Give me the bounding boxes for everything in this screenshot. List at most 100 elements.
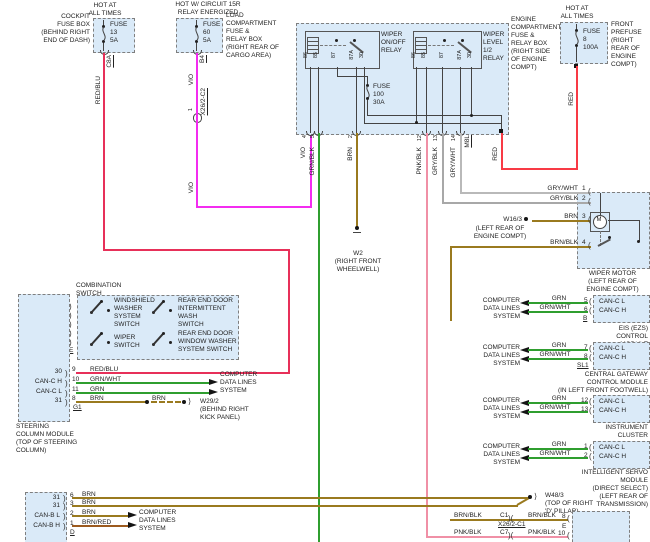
internal-bus xyxy=(364,123,502,124)
wire-brn xyxy=(72,497,528,499)
exit-pin-5: 5 xyxy=(310,135,316,139)
fuse-lead xyxy=(576,47,577,62)
bm-can-b-h: CAN-B H xyxy=(33,522,60,529)
junction-dot xyxy=(608,236,611,239)
prefuse-box-label: FRONT PREFUSE (RIGHT REAR OF ENGINE COMP… xyxy=(611,21,642,68)
br-pin-10: 10 xyxy=(558,530,566,537)
connector-pin: ) xyxy=(63,522,66,531)
connector-tag-c8a: C8A xyxy=(106,55,113,68)
exit-wire-gry-blk: GRY/BLK xyxy=(432,147,439,176)
internal-wire xyxy=(318,67,319,133)
servo-module-label: INTELLIGENT SERVO MODULE (DIRECT SELECT)… xyxy=(581,469,648,508)
cgw-can-c-l: CAN-C L xyxy=(599,345,626,352)
rear-door-wash-switch-label: REAR END DOOR INTERMITTENT WASH SWITCH xyxy=(178,297,233,328)
rear-door-window-washer-switch-label: REAR END DOOR WINDOW WASHER SYSTEM SWITC… xyxy=(178,330,237,353)
relay-pin-87: 87 xyxy=(331,52,337,59)
cgw-pin: 8 xyxy=(584,353,588,360)
internal-bus xyxy=(367,115,502,116)
wiper-level-relay-label: WIPER LEVEL 1/2 RELAY xyxy=(483,31,505,62)
wire-label-vio: VIO xyxy=(188,74,195,86)
exit-pin-14: 14 xyxy=(451,135,457,142)
exit-wire-gry-wht: GRY/WHT xyxy=(450,147,457,178)
eis-pin: 5 xyxy=(584,297,588,304)
connector-pin: ( xyxy=(589,443,592,452)
wire-label-red: RED xyxy=(568,92,575,106)
relay-pin-87a: 87A xyxy=(457,50,463,60)
wire-label-red-blu: RED/BLU xyxy=(95,76,102,105)
motor-wire-gry-blk: GRY/BLK xyxy=(549,195,578,202)
wire-gry-wht xyxy=(460,133,462,194)
wire-red-blu xyxy=(76,372,290,374)
wire-brn xyxy=(76,401,148,403)
switch-contact xyxy=(100,332,103,335)
wire-label-grn-wht: GRN/WHT xyxy=(539,351,571,358)
computer-data-lines-label: COMPUTER DATA LINES SYSTEM xyxy=(482,297,520,320)
relay-pin-87a: 87A xyxy=(349,50,355,60)
ground-w16-3-location: (LEFT REAR OF ENGINE COMPT) xyxy=(473,225,527,240)
splice-dot xyxy=(145,400,149,404)
switch-contact xyxy=(169,341,172,344)
switch-contact xyxy=(162,332,165,335)
motor-pin-2: 2 xyxy=(582,195,586,202)
servo-pin: 2 xyxy=(584,452,588,459)
connector-pin-1: 1 xyxy=(188,108,194,112)
servo-can-c-h: CAN-C H xyxy=(599,453,627,460)
fuse-8-symbol xyxy=(575,31,579,44)
data-line-arrow xyxy=(128,512,137,518)
scm-pin-31: 31 xyxy=(54,397,62,404)
servo-can-c-l: CAN-C L xyxy=(599,444,626,451)
wire-red-blu xyxy=(103,53,105,250)
connector-pin: ( xyxy=(589,452,592,461)
switch-contact xyxy=(100,300,103,303)
connector-pin: ( xyxy=(589,397,592,406)
wire-grn-blk xyxy=(318,133,320,542)
wire-brn-blk xyxy=(450,246,452,321)
bm-can-b-l: CAN-B L xyxy=(34,512,60,519)
fuse-60-label: FUSE 60 5A xyxy=(203,21,221,44)
wire-red xyxy=(501,168,578,170)
ic-can-c-l: CAN-C L xyxy=(599,398,626,405)
internal-wire xyxy=(608,220,640,221)
switch-contact xyxy=(169,309,172,312)
wire-grn xyxy=(76,392,209,394)
ic-pin: 12 xyxy=(581,397,589,404)
connector-tag-d: D xyxy=(70,529,75,536)
wire-brn-red xyxy=(72,525,128,527)
connector-pin: ( xyxy=(588,197,591,206)
fuse-13-label: FUSE 13 5A xyxy=(110,21,128,44)
connector-tag-b: B xyxy=(583,315,588,322)
central-gateway-label: CENTRAL GATEWAY CONTROL MODULE (IN LEFT … xyxy=(557,371,648,394)
exit-pin-2: 2 xyxy=(348,135,354,139)
wire-brn xyxy=(72,505,518,507)
wire-label-grn: GRN xyxy=(551,441,567,448)
wire-red xyxy=(576,66,578,170)
relay-pin-86: 86 xyxy=(411,52,417,59)
computer-data-lines-label: COMPUTER DATA LINES SYSTEM xyxy=(482,344,520,367)
internal-wire xyxy=(639,220,640,242)
scm-can-c-h: CAN-C H xyxy=(34,378,62,385)
connector-pin: ( xyxy=(589,353,592,362)
connector-tag-b4: B4 xyxy=(199,55,206,63)
wire-label-grn: GRN xyxy=(551,342,567,349)
ground-w48-3-icon xyxy=(528,495,532,499)
relay-contact xyxy=(443,39,446,42)
switch-contact xyxy=(162,300,165,303)
connector-pin: ( xyxy=(589,406,592,415)
relay-contact xyxy=(461,39,464,42)
motor-pin-4: 4 xyxy=(582,239,586,246)
wiring-diagram: HOT AT ALL TIMES COCKPIT FUSE BOX (BEHIN… xyxy=(0,0,650,542)
connector-pin: ) xyxy=(65,379,68,388)
connector-pin: ) xyxy=(65,369,68,378)
servo-pin: 1 xyxy=(584,443,588,450)
fuse-8-label: FUSE 8 100A xyxy=(583,28,601,51)
relay-pin-85: 85 xyxy=(313,52,319,59)
wire-label-brn-blk: BRN/BLK xyxy=(528,512,556,519)
connector-pin: ( xyxy=(589,297,592,306)
wire-brn xyxy=(356,133,358,228)
wire-brn xyxy=(72,515,128,517)
junction-dot xyxy=(470,114,473,117)
inline-connector: )( xyxy=(508,531,514,540)
exit-wire-brn: BRN xyxy=(347,147,354,161)
scm-pin-30: 30 xyxy=(54,368,62,375)
connector-tag-x26-2-c1: X26/2-C1 xyxy=(498,521,526,528)
